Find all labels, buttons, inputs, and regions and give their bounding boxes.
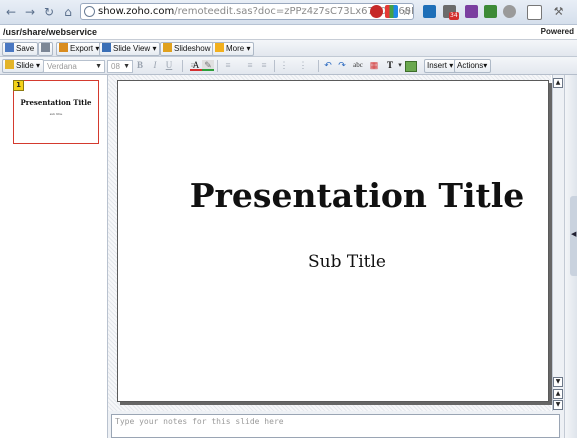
slide-notes-input[interactable] <box>111 414 560 438</box>
actions-button[interactable]: Actions▾ <box>454 59 492 73</box>
address-bar[interactable]: show.zoho.com/remoteedit.sas?doc=zPPz4z7… <box>80 3 414 20</box>
font-size-select[interactable]: 08 ▼ <box>107 60 133 73</box>
vertical-scrollbar[interactable] <box>552 75 564 411</box>
save-button[interactable]: Save <box>2 42 39 56</box>
slide-title[interactable]: Presentation Title <box>117 176 547 215</box>
slide-menu-label: Slide <box>16 61 34 70</box>
underline-button[interactable]: U <box>163 60 175 71</box>
chevron-down-icon: ▼ <box>123 63 130 70</box>
toolbar-divider <box>182 60 183 72</box>
thumbnail-subtitle: sub title <box>49 112 63 116</box>
scroll-down-icon[interactable]: ▼ <box>553 377 563 387</box>
format-toolbar: Slide ▾ Verdana ▼ 08 ▼ B I U ≡ A ✎ ≡ ≡ ≡ ⋮… <box>0 57 577 75</box>
export-label: Export <box>70 44 94 53</box>
align-left-icon[interactable]: ≡ <box>244 60 256 71</box>
actions-label: Actions <box>457 61 484 70</box>
slide-menu-button[interactable]: Slide ▾ <box>2 59 45 73</box>
align-center-icon[interactable]: ≡ <box>258 60 270 71</box>
panel-collapse-handle[interactable]: ◀ <box>570 196 577 276</box>
spell-check-icon[interactable]: abc <box>352 60 364 71</box>
font-family-select[interactable]: Verdana ▼ <box>43 60 105 73</box>
save-label: Save <box>16 44 35 53</box>
slide[interactable] <box>117 80 549 402</box>
thumbnail-title: Presentation Title <box>20 98 92 107</box>
bullet-list-icon[interactable]: ⋮ <box>278 60 290 71</box>
font-size-value: 08 <box>111 62 120 71</box>
more-button[interactable]: More ▾ <box>212 42 255 56</box>
number-list-icon[interactable]: ⋮ <box>297 60 309 71</box>
toolbar-divider <box>318 60 319 72</box>
extension-icon[interactable] <box>385 5 398 18</box>
save-icon <box>5 43 14 52</box>
insert-label: Insert <box>427 61 448 70</box>
chevron-down-icon: ▼ <box>95 63 102 70</box>
powered-by-label: Powered <box>540 27 574 36</box>
slide-view-icon <box>102 43 111 52</box>
browser-toolbar: ← → ↻ ⌂ show.zoho.com/remoteedit.sas?doc… <box>0 0 577 25</box>
slide-subtitle[interactable]: Sub Title <box>117 252 547 272</box>
chevron-left-icon: ◀ <box>571 230 577 238</box>
slide-view-label: Slide View <box>113 44 151 53</box>
toolbar-divider <box>217 60 218 72</box>
url-host: show.zoho.com <box>98 6 175 17</box>
scroll-page-down-icon[interactable]: ▼ <box>553 400 563 410</box>
italic-button[interactable]: I <box>149 60 161 71</box>
align-icon[interactable]: ≡ <box>222 60 234 71</box>
main-toolbar: Save Export ▾ Slide View ▾ Slideshow Mor… <box>0 40 577 57</box>
home-icon[interactable]: ⌂ <box>60 4 76 20</box>
print-button[interactable] <box>38 42 53 56</box>
wrench-icon[interactable]: ⚒ <box>552 5 565 18</box>
extension-icon[interactable] <box>423 5 436 18</box>
font-family-value: Verdana <box>47 62 77 71</box>
gear-icon[interactable] <box>503 5 516 18</box>
lightning-icon <box>215 43 224 52</box>
scroll-up-icon[interactable]: ▲ <box>553 78 563 88</box>
reload-icon[interactable]: ↻ <box>41 4 57 20</box>
text-color-button[interactable]: A <box>190 60 202 71</box>
forward-icon[interactable]: → <box>22 4 38 20</box>
document-path: /usr/share/webservice <box>3 27 98 37</box>
undo-icon[interactable]: ↶ <box>322 60 334 71</box>
slide-view-button[interactable]: Slide View ▾ <box>99 42 161 56</box>
highlight-color-icon[interactable]: ✎ <box>202 60 214 71</box>
slideshow-button[interactable]: Slideshow <box>160 42 215 56</box>
bookmark-star-icon[interactable]: ☆ <box>400 5 413 18</box>
redo-icon[interactable]: ↷ <box>336 60 348 71</box>
globe-icon <box>84 6 95 17</box>
insert-button[interactable]: Insert ▾ <box>424 59 458 73</box>
extension-icon[interactable] <box>465 5 478 18</box>
image-icon[interactable] <box>405 61 417 72</box>
back-icon[interactable]: ← <box>3 4 19 20</box>
slide-number-badge: 1 <box>13 80 24 91</box>
document-path-bar: /usr/share/webservice Powered <box>0 25 577 40</box>
stop-icon[interactable] <box>370 5 383 18</box>
bold-button[interactable]: B <box>134 60 146 71</box>
export-icon <box>59 43 68 52</box>
slide-icon <box>5 60 14 69</box>
page-menu-icon[interactable] <box>527 5 542 20</box>
extension-icon[interactable] <box>484 5 497 18</box>
more-label: More <box>226 44 245 53</box>
export-button[interactable]: Export ▾ <box>56 42 104 56</box>
table-icon[interactable]: ▦ <box>368 60 380 71</box>
toolbar-divider <box>274 60 275 72</box>
notification-badge: 34 <box>449 12 459 20</box>
scroll-page-up-icon[interactable]: ▲ <box>553 389 563 399</box>
slideshow-icon <box>163 43 172 52</box>
slideshow-label: Slideshow <box>174 44 211 53</box>
print-icon <box>41 43 50 52</box>
